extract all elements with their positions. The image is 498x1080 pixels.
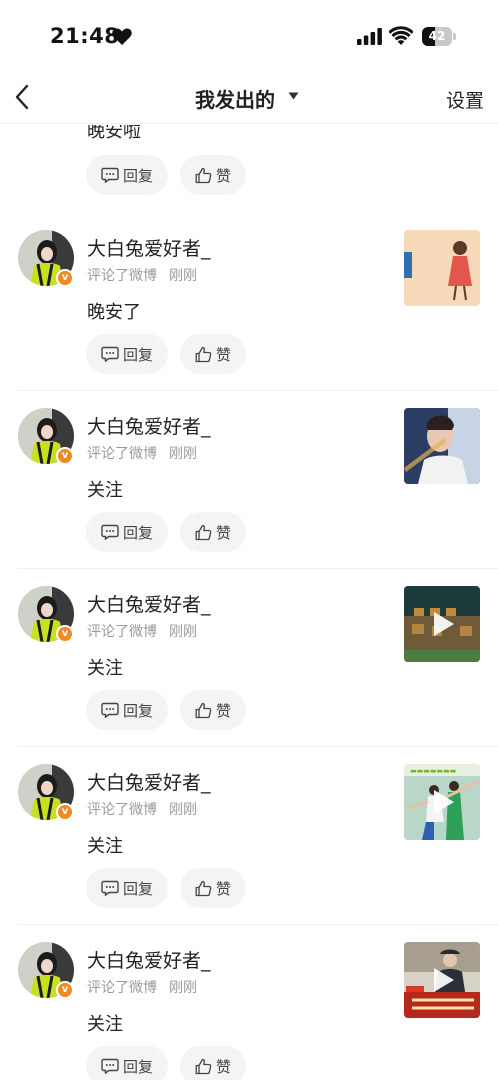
verified-badge-icon: v: [56, 269, 74, 287]
username[interactable]: 大白兔爱好者_: [87, 412, 211, 439]
timestamp: 刚刚: [169, 268, 197, 284]
status-time: 21:48: [50, 24, 120, 48]
thumbs-up-icon: [195, 702, 212, 718]
comment-text: 晚安啦: [87, 125, 141, 142]
comment-text: 关注: [87, 658, 123, 679]
action-text: 评论了微博: [87, 268, 157, 284]
reply-label: 回复: [122, 1057, 153, 1076]
wifi-icon: [389, 26, 413, 45]
verified-badge-icon: v: [56, 803, 74, 821]
reply-button[interactable]: 回复: [86, 512, 168, 552]
comment-text: 关注: [87, 1014, 123, 1035]
thumbs-up-icon: [195, 880, 212, 896]
verified-badge-icon: v: [56, 625, 74, 643]
thumbs-up-icon: [195, 167, 212, 183]
like-label: 赞: [215, 523, 231, 542]
like-button[interactable]: 赞: [180, 155, 246, 195]
like-button[interactable]: 赞: [180, 690, 246, 730]
comment-meta: 评论了微博 刚刚: [87, 621, 197, 641]
thumbs-up-icon: [195, 1058, 212, 1074]
list-item[interactable]: v 大白兔爱好者_ 评论了微博 刚刚 关注 回复 赞 ▬▬▬▬▬▬▬: [0, 747, 498, 925]
comment-bubble-icon: [101, 346, 119, 362]
like-label: 赞: [215, 879, 231, 898]
action-text: 评论了微博: [87, 802, 157, 818]
comment-bubble-icon: [101, 1058, 119, 1074]
reply-button[interactable]: 回复: [86, 334, 168, 374]
page-title[interactable]: 我发出的: [195, 84, 275, 113]
reply-button[interactable]: 回复: [86, 155, 168, 195]
nav-bar: 我发出的 设置: [0, 76, 498, 124]
verified-badge-icon: v: [56, 981, 74, 999]
comment-bubble-icon: [101, 702, 119, 718]
reply-label: 回复: [122, 345, 153, 364]
like-button[interactable]: 赞: [180, 512, 246, 552]
post-thumbnail[interactable]: [404, 586, 480, 662]
like-button[interactable]: 赞: [180, 1046, 246, 1080]
comment-text: 晚安了: [87, 302, 141, 323]
username[interactable]: 大白兔爱好者_: [87, 768, 211, 795]
post-thumbnail[interactable]: [404, 230, 480, 306]
back-arrow-icon[interactable]: [12, 80, 34, 114]
list-item[interactable]: v 大白兔爱好者_ 评论了微博 刚刚 关注 回复 赞: [0, 391, 498, 569]
username[interactable]: 大白兔爱好者_: [87, 946, 211, 973]
comment-meta: 评论了微博 刚刚: [87, 977, 197, 997]
reply-button[interactable]: 回复: [86, 690, 168, 730]
caret-down-icon[interactable]: [288, 92, 299, 100]
timestamp: 刚刚: [169, 446, 197, 462]
reply-button[interactable]: 回复: [86, 1046, 168, 1080]
comment-bubble-icon: [101, 167, 119, 183]
list-item[interactable]: v 大白兔爱好者_ 评论了微博 刚刚 关注 回复 赞: [0, 925, 498, 1080]
action-text: 评论了微博: [87, 980, 157, 996]
battery-indicator: 42: [422, 27, 456, 46]
like-button[interactable]: 赞: [180, 334, 246, 374]
like-label: 赞: [215, 701, 231, 720]
reply-label: 回复: [122, 523, 153, 542]
post-thumbnail[interactable]: [404, 408, 480, 484]
comment-text: 关注: [87, 836, 123, 857]
svg-text:▬▬▬▬▬▬▬: ▬▬▬▬▬▬▬: [410, 767, 456, 775]
comment-meta: 评论了微博 刚刚: [87, 443, 197, 463]
list-item[interactable]: v 大白兔爱好者_ 评论了微博 刚刚 晚安了 回复 赞: [0, 213, 498, 391]
comment-bubble-icon: [101, 880, 119, 896]
action-text: 评论了微博: [87, 624, 157, 640]
action-text: 评论了微博: [87, 446, 157, 462]
like-button[interactable]: 赞: [180, 868, 246, 908]
timestamp: 刚刚: [169, 980, 197, 996]
like-label: 赞: [215, 1057, 231, 1076]
reply-button[interactable]: 回复: [86, 868, 168, 908]
timestamp: 刚刚: [169, 802, 197, 818]
comment-feed[interactable]: 晚安啦 回复 赞 v 大白兔爱好者_ 评论了微博 刚刚 晚安了 回复 赞 v 大…: [0, 125, 498, 1080]
thumbs-up-icon: [195, 346, 212, 362]
settings-button[interactable]: 设置: [446, 86, 484, 113]
comment-text: 关注: [87, 480, 123, 501]
post-thumbnail[interactable]: [404, 942, 480, 1018]
username[interactable]: 大白兔爱好者_: [87, 590, 211, 617]
reply-label: 回复: [122, 879, 153, 898]
comment-meta: 评论了微博 刚刚: [87, 799, 197, 819]
heart-icon: [112, 28, 132, 45]
comment-bubble-icon: [101, 524, 119, 540]
status-bar: 21:48 42: [0, 0, 498, 76]
battery-percent: 42: [428, 29, 446, 43]
comment-meta: 评论了微博 刚刚: [87, 265, 197, 285]
reply-label: 回复: [122, 701, 153, 720]
post-thumbnail[interactable]: ▬▬▬▬▬▬▬: [404, 764, 480, 840]
verified-badge-icon: v: [56, 447, 74, 465]
list-item[interactable]: v 大白兔爱好者_ 评论了微博 刚刚 关注 回复 赞: [0, 569, 498, 747]
list-item-partial: 晚安啦 回复 赞: [0, 125, 498, 213]
username[interactable]: 大白兔爱好者_: [87, 234, 211, 261]
cellular-signal-icon: [357, 28, 382, 45]
like-label: 赞: [215, 345, 231, 364]
thumbs-up-icon: [195, 524, 212, 540]
like-label: 赞: [215, 166, 231, 185]
timestamp: 刚刚: [169, 624, 197, 640]
reply-label: 回复: [122, 166, 153, 185]
